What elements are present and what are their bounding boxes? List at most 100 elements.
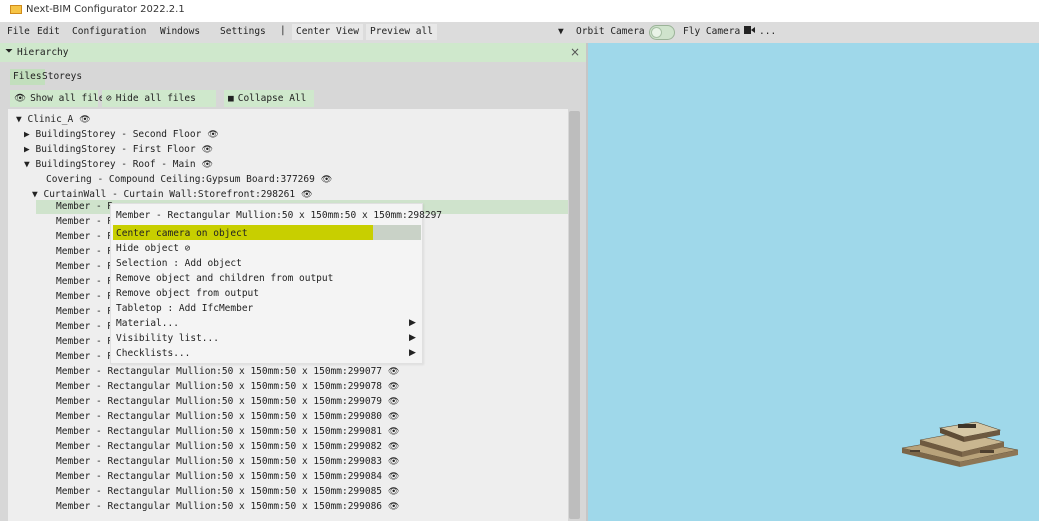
eye-icon[interactable]: 👁 (202, 143, 213, 157)
eye-icon[interactable]: 👁 (202, 158, 213, 172)
tree-node-label: Covering - Compound Ceiling:Gypsum Board… (46, 174, 315, 185)
collapse-all-button[interactable]: ■ Collapse All (224, 90, 314, 107)
tab-storeys[interactable]: Storeys (39, 69, 85, 85)
tree-node-member[interactable]: Member - Rectangular Mullion:50 x 150mm:… (56, 410, 399, 424)
tree-node-member[interactable]: Member - Rectangular Mullion:50 x 150mm:… (56, 380, 399, 394)
expand-icon[interactable]: ▼ (32, 189, 38, 200)
context-menu: Member - Rectangular Mullion:50 x 150mm:… (110, 203, 442, 364)
tree-node-storey[interactable]: ▼ BuildingStorey - Roof - Main 👁 (24, 158, 213, 172)
hide-object-menu-item[interactable]: Hide object ⊘ (116, 243, 190, 254)
expand-icon[interactable]: ▼ (24, 159, 30, 170)
tree-node-label: Member - Rectangular Mullion:50 x 150mm:… (56, 396, 383, 407)
tree-node-member[interactable]: Member - R (56, 305, 113, 319)
collapse-icon[interactable]: ▶ (24, 144, 30, 155)
tree-node-label: Member - R (56, 291, 114, 302)
fly-camera-label[interactable]: Fly Camera (683, 26, 740, 37)
tree-node-member[interactable]: Member - R (56, 290, 113, 304)
show-all-files-button[interactable]: 👁 Show all files (10, 90, 110, 107)
tree-scrollbar[interactable] (568, 109, 582, 521)
collapse-all-label: Collapse All (237, 93, 307, 104)
orbit-camera-label[interactable]: Orbit Camera (576, 26, 645, 37)
tree-node-member[interactable]: Member - R (56, 350, 113, 364)
panel-collapse-icon[interactable]: ⏷ (5, 46, 13, 57)
video-camera-icon[interactable] (744, 26, 755, 37)
tree-node-label: CurtainWall - Curtain Wall:Storefront:29… (43, 189, 296, 200)
tree-node-label: Member - R (56, 306, 114, 317)
remove-object-menu-item[interactable]: Remove object from output (116, 288, 259, 299)
close-icon[interactable]: × (570, 45, 580, 59)
tree-node-member[interactable]: Member - Rectangular Mullion:50 x 150mm:… (56, 500, 399, 514)
tree-node-member[interactable]: Member - R (56, 275, 113, 289)
eye-icon[interactable]: 👁 (388, 395, 399, 409)
selection-add-menu-item[interactable]: Selection : Add object (116, 258, 242, 269)
menu-windows[interactable]: Windows (160, 26, 200, 37)
scrollbar-thumb[interactable] (569, 111, 580, 519)
tree-node-member[interactable]: Member - R (56, 320, 113, 334)
hide-all-files-button[interactable]: ⊘ Hide all files (102, 90, 216, 107)
tree-node-member[interactable]: Member - Rectangular Mullion:50 x 150mm:… (56, 470, 399, 484)
visibility-list-menu-item[interactable]: Visibility list... (116, 333, 219, 344)
tree-node-member[interactable]: Member - Rectangular Mullion:50 x 150mm:… (56, 485, 399, 499)
tree-node-label: Clinic_A (27, 114, 74, 125)
submenu-arrow-icon: ▶ (409, 333, 416, 343)
tree-node-label: Member - Rectangular Mullion:50 x 150mm:… (56, 486, 383, 497)
eye-icon[interactable]: 👁 (301, 188, 312, 202)
expand-icon[interactable]: ▼ (16, 114, 22, 125)
tree-node-member[interactable]: Member - Rectangular Mullion:50 x 150mm:… (56, 425, 399, 439)
tree-node-storey[interactable]: ▶ BuildingStorey - First Floor 👁 (24, 143, 213, 157)
eye-icon[interactable]: 👁 (207, 128, 218, 142)
remove-object-children-menu-item[interactable]: Remove object and children from output (116, 273, 333, 284)
eye-icon[interactable]: 👁 (388, 365, 399, 379)
tree-node-member[interactable]: Member - Rectangular Mullion:50 x 150mm:… (56, 440, 399, 454)
eye-icon[interactable]: 👁 (388, 455, 399, 469)
tree-node-member[interactable]: Member - R (56, 245, 113, 259)
show-all-files-label: Show all files (30, 93, 111, 104)
eye-icon[interactable]: 👁 (388, 485, 399, 499)
building-model[interactable] (900, 410, 1020, 470)
collapse-icon[interactable]: ▶ (24, 129, 30, 140)
panel-title: Hierarchy (17, 47, 69, 58)
tree-node-covering[interactable]: Covering - Compound Ceiling:Gypsum Board… (46, 173, 332, 187)
tree-node-member[interactable]: Member - Rectangular Mullion:50 x 150mm:… (56, 455, 399, 469)
menu-file[interactable]: File (7, 26, 30, 37)
context-menu-highlight-tail (373, 225, 421, 240)
menu-configuration[interactable]: Configuration (72, 26, 146, 37)
tree-node-member[interactable]: Member - Rectangular Mullion:50 x 150mm:… (56, 365, 399, 379)
tree-node-label: BuildingStorey - Second Floor (35, 129, 202, 140)
tree-node-member[interactable]: Member - R (56, 200, 113, 214)
dropdown-arrow-icon[interactable]: ▼ (558, 26, 564, 37)
menu-edit[interactable]: Edit (37, 26, 60, 37)
context-menu-header: Member - Rectangular Mullion:50 x 150mm:… (116, 210, 443, 221)
tree-node-root[interactable]: ▼ Clinic_A 👁 (16, 113, 91, 127)
tree-node-label: Member - Rectangular Mullion:50 x 150mm:… (56, 411, 383, 422)
checklists-menu-item[interactable]: Checklists... (116, 348, 190, 359)
tree-node-label: Member - R (56, 216, 114, 227)
center-camera-menu-item[interactable]: Center camera on object (116, 228, 248, 239)
tree-node-storey[interactable]: ▶ BuildingStorey - Second Floor 👁 (24, 128, 219, 142)
eye-icon[interactable]: 👁 (388, 470, 399, 484)
eye-icon[interactable]: 👁 (388, 410, 399, 424)
eye-icon[interactable]: 👁 (321, 173, 332, 187)
tree-node-member[interactable]: Member - R (56, 260, 113, 274)
tree-node-member[interactable]: Member - Rectangular Mullion:50 x 150mm:… (56, 395, 399, 409)
eye-icon[interactable]: 👁 (388, 440, 399, 454)
center-view-button[interactable]: Center View (292, 24, 363, 40)
tree-node-label: Member - Rectangular Mullion:50 x 150mm:… (56, 501, 383, 512)
eye-icon[interactable]: 👁 (388, 500, 399, 514)
eye-icon[interactable]: 👁 (388, 380, 399, 394)
tree-node-label: Member - Rectangular Mullion:50 x 150mm:… (56, 426, 383, 437)
menu-settings[interactable]: Settings (220, 26, 266, 37)
menu-bar: File Edit Configuration Windows Settings… (0, 22, 1039, 43)
tree-node-member[interactable]: Member - R (56, 215, 113, 229)
tabletop-add-menu-item[interactable]: Tabletop : Add IfcMember (116, 303, 253, 314)
tree-node-member[interactable]: Member - R (56, 335, 113, 349)
eye-icon[interactable]: 👁 (388, 425, 399, 439)
eye-icon[interactable]: 👁 (79, 113, 90, 127)
camera-mode-toggle[interactable] (649, 25, 675, 40)
submenu-arrow-icon: ▶ (409, 318, 416, 328)
tree-node-label: Member - R (56, 336, 114, 347)
tree-node-member[interactable]: Member - R (56, 230, 113, 244)
material-menu-item[interactable]: Material... (116, 318, 179, 329)
more-menu-button[interactable]: ... (759, 26, 776, 37)
preview-all-button[interactable]: Preview all (366, 24, 437, 40)
